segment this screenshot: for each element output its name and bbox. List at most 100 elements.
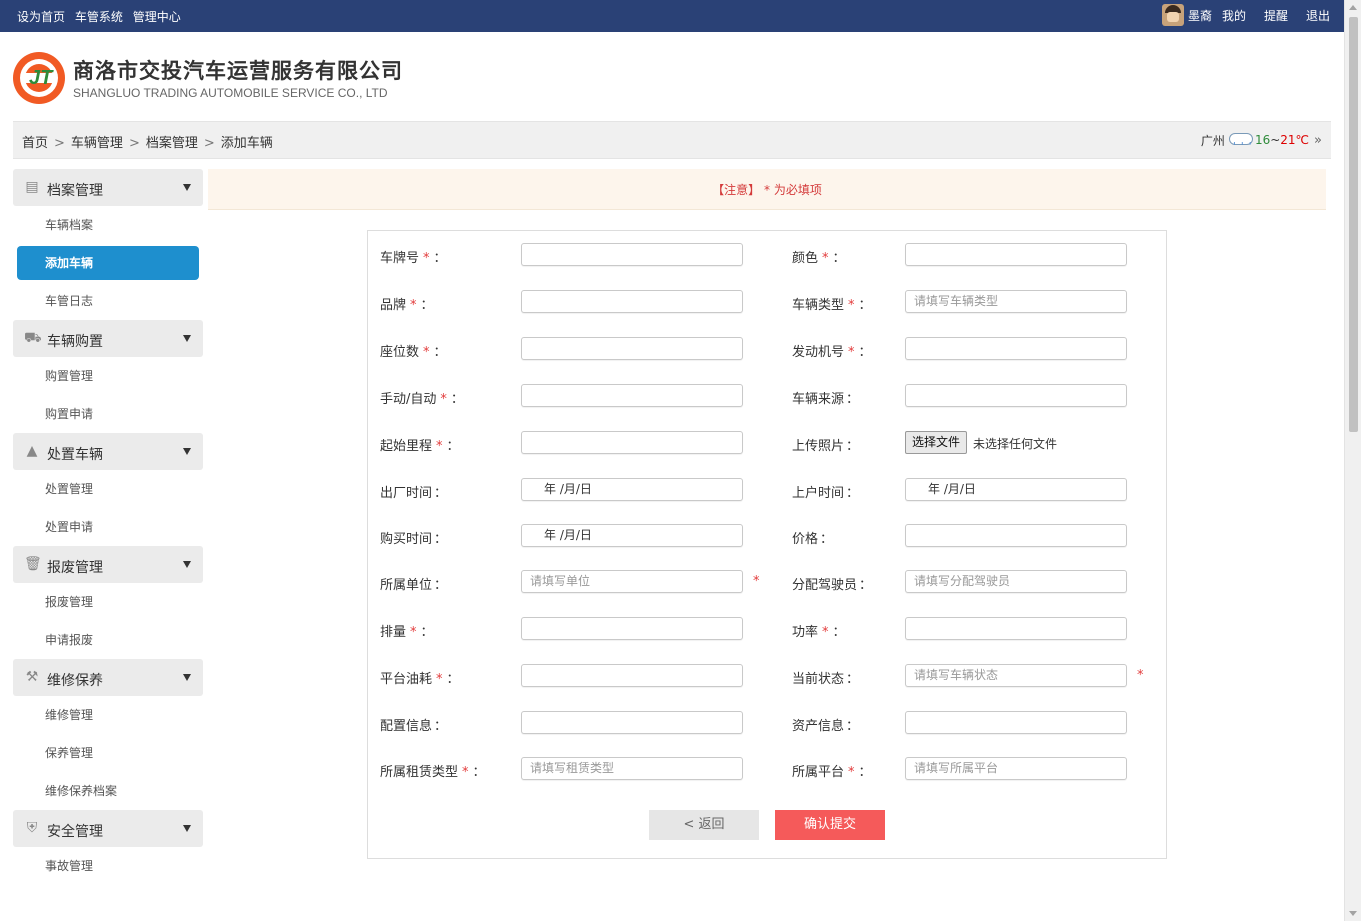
required-star: * bbox=[848, 345, 855, 360]
company-logo: JT bbox=[13, 52, 65, 104]
fleet-system-link[interactable]: 车管系统 bbox=[75, 10, 123, 24]
username-link[interactable]: 墨裔 bbox=[1188, 7, 1212, 24]
sidebar-item-scrap-request[interactable]: 申请报废 bbox=[13, 621, 203, 659]
text-input[interactable] bbox=[905, 243, 1127, 266]
sidebar-item-repair-management[interactable]: 维修管理 bbox=[13, 696, 203, 734]
field-colon: ： bbox=[450, 392, 464, 407]
field-colon: ： bbox=[846, 392, 860, 407]
sidebar-item-scrap-management[interactable]: 报废管理 bbox=[13, 583, 203, 621]
sidebar-group-purchase[interactable]: ⛟ 车辆购置 bbox=[13, 320, 203, 357]
text-input[interactable] bbox=[521, 290, 743, 313]
double-chevron-right-icon[interactable]: » bbox=[1314, 133, 1322, 148]
avatar[interactable] bbox=[1161, 4, 1184, 26]
form-row: 手动/自动 *：车辆来源： bbox=[368, 384, 1166, 408]
text-input[interactable] bbox=[905, 617, 1127, 640]
text-input[interactable] bbox=[521, 664, 743, 687]
text-input[interactable] bbox=[905, 337, 1127, 360]
sidebar-group-safety[interactable]: ⛨ 安全管理 bbox=[13, 810, 203, 847]
text-input[interactable]: 请填写单位 bbox=[521, 570, 743, 593]
sidebar-group-maintenance[interactable]: ⚒ 维修保养 bbox=[13, 659, 203, 696]
scroll-thumb[interactable] bbox=[1349, 17, 1358, 432]
field-colon: ： bbox=[858, 298, 872, 313]
field-label: 车牌号 *： bbox=[380, 247, 447, 266]
field-label-text: 购买时间 bbox=[380, 532, 433, 547]
sidebar-item-fleet-log[interactable]: 车管日志 bbox=[13, 282, 203, 320]
text-input[interactable] bbox=[521, 243, 743, 266]
scroll-up-icon[interactable] bbox=[1349, 5, 1357, 10]
field-label: 功率 *： bbox=[792, 621, 846, 640]
breadcrumb-vehicle-management[interactable]: 车辆管理 bbox=[71, 136, 123, 151]
text-input[interactable]: 请填写车辆状态 bbox=[905, 664, 1127, 687]
date-input[interactable]: 年 /月/日 bbox=[905, 478, 1127, 501]
text-input[interactable] bbox=[905, 384, 1127, 407]
notice-message: 为必填项 bbox=[773, 183, 822, 197]
field-colon: ： bbox=[433, 345, 447, 360]
text-input[interactable] bbox=[521, 431, 743, 454]
weather-low-temp: 16 bbox=[1254, 133, 1271, 147]
trash-icon: 🗑 bbox=[24, 556, 42, 572]
field-label-text: 品牌 bbox=[380, 298, 407, 313]
sidebar-item-add-vehicle[interactable]: 添加车辆 bbox=[17, 246, 199, 280]
sidebar-item-accident-management[interactable]: 事故管理 bbox=[13, 847, 203, 885]
sidebar-item-service-management[interactable]: 保养管理 bbox=[13, 734, 203, 772]
required-star: * bbox=[462, 765, 469, 780]
sidebar-item-disposal-request[interactable]: 处置申请 bbox=[13, 508, 203, 546]
text-input[interactable] bbox=[521, 384, 743, 407]
field-label-text: 分配驾驶员 bbox=[792, 578, 858, 593]
text-input[interactable]: 请填写车辆类型 bbox=[905, 290, 1127, 313]
sidebar-group-scrap[interactable]: 🗑 报废管理 bbox=[13, 546, 203, 583]
scroll-down-icon[interactable] bbox=[1349, 911, 1357, 916]
field-label: 购买时间： bbox=[380, 528, 447, 547]
date-input[interactable]: 年 /月/日 bbox=[521, 524, 743, 547]
form-row: 购买时间：年 /月/日 价格： bbox=[368, 524, 1166, 548]
sidebar-item-purchase-request[interactable]: 购置申请 bbox=[13, 395, 203, 433]
field-colon: ： bbox=[858, 345, 872, 360]
add-vehicle-form: 车牌号 *：颜色 *：品牌 *：车辆类型 *：请填写车辆类型 座位数 *：发动机号 *：手动/… bbox=[367, 230, 1167, 859]
field-label-text: 车牌号 bbox=[380, 251, 420, 266]
company-name: 商洛市交投汽车运营服务有限公司 bbox=[73, 59, 403, 83]
text-input[interactable]: 请填写所属平台 bbox=[905, 757, 1127, 780]
field-label: 所属平台 *： bbox=[792, 761, 872, 780]
mine-link[interactable]: 我的 bbox=[1222, 7, 1246, 24]
breadcrumb-separator: > bbox=[128, 136, 140, 151]
caret-down-icon bbox=[183, 184, 191, 191]
field-label: 品牌 *： bbox=[380, 294, 434, 313]
required-star: * bbox=[410, 298, 417, 313]
cone-icon: ▲ bbox=[26, 443, 38, 459]
admin-center-link[interactable]: 管理中心 bbox=[133, 10, 181, 24]
field-label: 上户时间： bbox=[792, 482, 859, 501]
set-homepage-link[interactable]: 设为首页 bbox=[17, 10, 65, 24]
text-input[interactable] bbox=[521, 711, 743, 734]
back-button[interactable]: < 返回 bbox=[649, 810, 759, 840]
field-label: 车辆来源： bbox=[792, 388, 859, 407]
remind-link[interactable]: 提醒 bbox=[1264, 7, 1288, 24]
sidebar-item-purchase-management[interactable]: 购置管理 bbox=[13, 357, 203, 395]
breadcrumb-archive-management[interactable]: 档案管理 bbox=[146, 136, 198, 151]
logout-link[interactable]: 退出 bbox=[1306, 7, 1330, 24]
breadcrumb-home[interactable]: 首页 bbox=[22, 136, 48, 151]
text-input[interactable] bbox=[521, 337, 743, 360]
vertical-scrollbar[interactable] bbox=[1344, 0, 1361, 921]
sidebar-group-disposal[interactable]: ▲ 处置车辆 bbox=[13, 433, 203, 470]
text-input[interactable]: 请填写分配驾驶员 bbox=[905, 570, 1127, 593]
date-input[interactable]: 年 /月/日 bbox=[521, 478, 743, 501]
archive-icon: ▤ bbox=[25, 179, 39, 195]
field-colon: ： bbox=[846, 439, 860, 454]
choose-file-button[interactable]: 选择文件 bbox=[905, 431, 968, 454]
text-input[interactable] bbox=[521, 617, 743, 640]
field-colon: ： bbox=[446, 439, 460, 454]
text-input[interactable] bbox=[905, 711, 1127, 734]
submit-button[interactable]: 确认提交 bbox=[775, 810, 885, 840]
weather-widget[interactable]: 广州 16~21℃ » bbox=[1201, 129, 1322, 153]
sidebar-group-archive[interactable]: ▤ 档案管理 bbox=[13, 169, 203, 206]
field-colon: ： bbox=[472, 765, 486, 780]
sidebar-item-vehicle-archive[interactable]: 车辆档案 bbox=[13, 206, 203, 244]
sidebar-item-maintenance-archive[interactable]: 维修保养档案 bbox=[13, 772, 203, 810]
required-star: * bbox=[822, 625, 829, 640]
sidebar-item-disposal-management[interactable]: 处置管理 bbox=[13, 470, 203, 508]
top-bar: 设为首页 车管系统 管理中心 墨裔 我的 提醒 退出 bbox=[0, 0, 1344, 32]
required-star: * bbox=[753, 574, 760, 589]
caret-down-icon bbox=[183, 335, 191, 342]
text-input[interactable]: 请填写租赁类型 bbox=[521, 757, 743, 780]
text-input[interactable] bbox=[905, 524, 1127, 547]
